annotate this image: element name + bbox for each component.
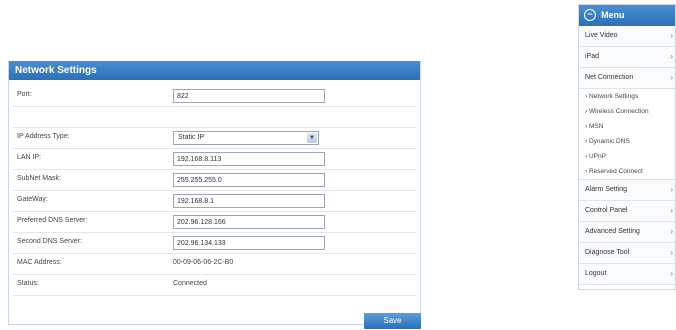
menu-item-label: Diagnose Tool bbox=[585, 249, 630, 256]
menu-item-label: iPad bbox=[585, 53, 600, 60]
port-label: Port: bbox=[17, 91, 32, 98]
dns2-label: Second DNS Server: bbox=[17, 238, 82, 245]
menu-item-logout[interactable]: Logout › bbox=[579, 264, 675, 285]
chevron-right-icon: › bbox=[670, 269, 673, 278]
status-row: Status: Connected bbox=[13, 275, 416, 296]
menu-item-label: Logout bbox=[585, 270, 607, 277]
lan-ip-input[interactable] bbox=[173, 152, 325, 166]
chevron-right-icon: › bbox=[670, 206, 673, 215]
network-settings-panel: Network Settings Port: IP Address Type: … bbox=[8, 61, 421, 329]
ip-type-value: Static IP bbox=[178, 134, 205, 141]
menu-item-label: Live Video bbox=[585, 32, 618, 39]
menu-item-label: Advanced Setting bbox=[585, 228, 640, 235]
submenu-dynamic-dns[interactable]: › Dynamic DNS bbox=[579, 134, 675, 149]
chevron-right-icon: › bbox=[670, 248, 673, 257]
subnet-row: SubNet Mask: bbox=[13, 170, 416, 191]
menu-item-advanced-setting[interactable]: Advanced Setting › bbox=[579, 222, 675, 243]
menu-title: Menu bbox=[601, 10, 625, 20]
panel-title: Network Settings bbox=[9, 61, 420, 80]
submenu-reserved-connect[interactable]: › Reserved Connect bbox=[579, 164, 675, 180]
menu-item-label: Control Panel bbox=[585, 207, 628, 214]
save-button[interactable]: Save bbox=[364, 313, 421, 329]
menu-item-diagnose-tool[interactable]: Diagnose Tool › bbox=[579, 243, 675, 264]
chevron-right-icon: › bbox=[670, 227, 673, 236]
collapse-icon[interactable]: − bbox=[584, 8, 596, 21]
dns2-input[interactable] bbox=[173, 236, 325, 250]
dns1-input[interactable] bbox=[173, 215, 325, 229]
subnet-label: SubNet Mask: bbox=[17, 175, 61, 182]
side-menu: − Menu Live Video › iPad › Net Connection… bbox=[578, 4, 676, 290]
chevron-right-icon: › bbox=[670, 31, 673, 40]
menu-item-label: Net Connection bbox=[585, 74, 634, 81]
menu-item-alarm-setting[interactable]: Alarm Setting › bbox=[579, 180, 675, 201]
gateway-label: GateWay: bbox=[17, 196, 48, 203]
status-value: Connected bbox=[173, 280, 207, 287]
spacer-row bbox=[13, 107, 416, 128]
mac-label: MAC Address: bbox=[17, 259, 62, 266]
menu-item-ipad[interactable]: iPad › bbox=[579, 47, 675, 68]
port-input[interactable] bbox=[173, 89, 325, 103]
chevron-down-icon: ▼ bbox=[307, 133, 317, 143]
submenu-wireless-connection[interactable]: › Wireless Connection bbox=[579, 104, 675, 119]
port-row: Port: bbox=[13, 86, 416, 107]
submenu-upnp[interactable]: › UPnP bbox=[579, 149, 675, 164]
chevron-right-icon: › bbox=[670, 52, 673, 61]
dns2-row: Second DNS Server: bbox=[13, 233, 416, 254]
menu-item-live-video[interactable]: Live Video › bbox=[579, 26, 675, 47]
mac-value: 00-09-06-06-2C-B0 bbox=[173, 259, 234, 266]
submenu-msn[interactable]: › MSN bbox=[579, 119, 675, 134]
lan-ip-label: LAN IP: bbox=[17, 154, 42, 161]
ip-type-label: IP Address Type: bbox=[17, 133, 70, 140]
mac-row: MAC Address: 00-09-06-06-2C-B0 bbox=[13, 254, 416, 275]
menu-item-label: Alarm Setting bbox=[585, 186, 628, 193]
status-label: Status: bbox=[17, 280, 39, 287]
dns1-label: Preferred DNS Server: bbox=[17, 217, 88, 224]
menu-item-control-panel[interactable]: Control Panel › bbox=[579, 201, 675, 222]
dns1-row: Preferred DNS Server: bbox=[13, 212, 416, 233]
ip-type-select[interactable]: Static IP ▼ bbox=[173, 131, 319, 145]
submenu-network-settings[interactable]: › Network Settings bbox=[579, 89, 675, 104]
chevron-right-icon: › bbox=[670, 185, 673, 194]
menu-header: − Menu bbox=[579, 5, 675, 26]
gateway-input[interactable] bbox=[173, 194, 325, 208]
chevron-right-icon: › bbox=[670, 73, 673, 82]
gateway-row: GateWay: bbox=[13, 191, 416, 212]
menu-item-net-connection[interactable]: Net Connection › bbox=[579, 68, 675, 89]
subnet-input[interactable] bbox=[173, 173, 325, 187]
lan-ip-row: LAN IP: bbox=[13, 149, 416, 170]
ip-type-row: IP Address Type: Static IP ▼ bbox=[13, 128, 416, 149]
